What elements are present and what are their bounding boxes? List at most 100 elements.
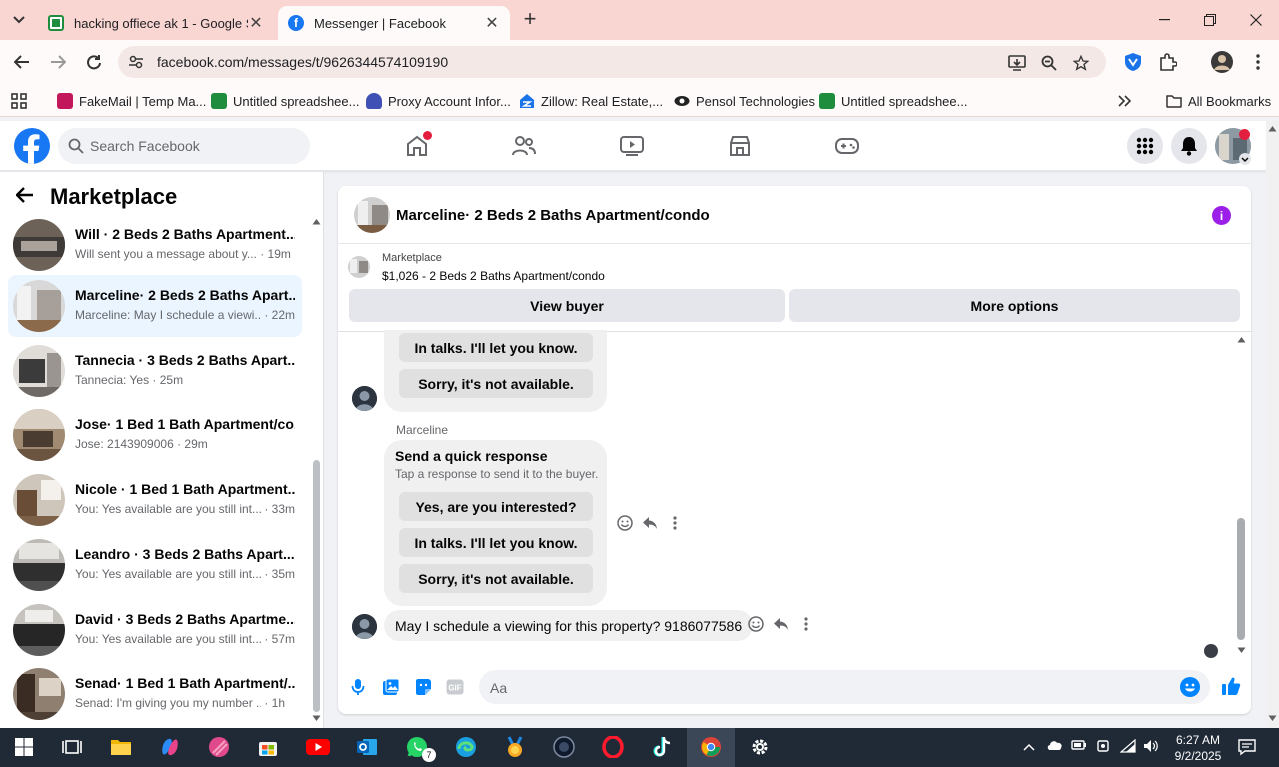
forward-button[interactable]	[44, 48, 72, 76]
vpn-shield-icon[interactable]	[1122, 51, 1144, 73]
reply-icon[interactable]	[768, 614, 793, 634]
bookmark-untitled-spreadsheet-1[interactable]: Untitled spreadshee...	[211, 92, 359, 110]
scroll-down-arrow-icon[interactable]	[1237, 647, 1246, 654]
extensions-puzzle-icon[interactable]	[1157, 51, 1179, 73]
app-icon[interactable]	[552, 735, 576, 759]
thumbs-up-icon[interactable]	[1220, 675, 1242, 697]
all-bookmarks-folder[interactable]: All Bookmarks	[1166, 92, 1271, 110]
notification-center-icon[interactable]	[1238, 738, 1256, 759]
bookmark-untitled-spreadsheet-2[interactable]: Untitled spreadshee...	[819, 92, 967, 110]
info-icon[interactable]: i	[1212, 206, 1231, 225]
device-icon[interactable]	[1096, 739, 1110, 756]
conversation-item[interactable]: Jose· 1 Bed 1 Bath Apartment/co... Jose:…	[8, 404, 302, 466]
wifi-icon[interactable]	[1119, 738, 1136, 756]
microphone-icon[interactable]	[347, 676, 369, 698]
marketplace-nav-icon[interactable]	[727, 134, 753, 158]
reply-icon[interactable]	[637, 513, 662, 533]
conversation-item[interactable]: Senad· 1 Bed 1 Bath Apartment/... Senad:…	[8, 663, 302, 725]
close-window-button[interactable]	[1233, 0, 1279, 40]
scroll-down-arrow-icon[interactable]	[1268, 715, 1277, 722]
close-tab-icon[interactable]: ✕	[248, 13, 264, 33]
gif-icon[interactable]: GIF	[444, 676, 466, 698]
friends-nav-icon[interactable]	[511, 134, 537, 158]
conversation-item[interactable]: Leandro · 3 Beds 2 Baths Apart... You: Y…	[8, 534, 302, 596]
gaming-nav-icon[interactable]	[834, 134, 860, 158]
settings-gear-icon[interactable]	[748, 735, 772, 759]
url-text[interactable]: facebook.com/messages/t/9626344574109190	[157, 54, 448, 70]
onedrive-cloud-icon[interactable]	[1046, 739, 1064, 754]
sender-avatar[interactable]	[352, 614, 377, 639]
notifications-button[interactable]	[1171, 128, 1207, 164]
windows-start-icon[interactable]	[12, 735, 36, 759]
react-emoji-icon[interactable]	[743, 614, 768, 634]
scroll-up-arrow-icon[interactable]	[1237, 336, 1246, 343]
browser-app-icon[interactable]	[207, 735, 231, 759]
conversation-item[interactable]: Will · 2 Beds 2 Baths Apartment... Will …	[8, 214, 302, 276]
quick-response-option[interactable]: Sorry, it's not available.	[399, 564, 593, 593]
page-scrollbar[interactable]	[1266, 121, 1279, 728]
conversation-item-selected[interactable]: Marceline· 2 Beds 2 Baths Apart... Marce…	[8, 275, 302, 337]
menu-grid-button[interactable]	[1127, 128, 1163, 164]
conversation-item[interactable]: Nicole · 1 Bed 1 Bath Apartment.... You:…	[8, 469, 302, 531]
show-hidden-icons-chevron-icon[interactable]	[1023, 739, 1035, 754]
chat-title[interactable]: Marceline· 2 Beds 2 Baths Apartment/cond…	[396, 207, 710, 224]
youtube-icon[interactable]	[306, 735, 330, 759]
system-clock[interactable]: 6:27 AM 9/2/2025	[1168, 732, 1228, 764]
chat-scrollbar[interactable]	[1236, 336, 1246, 654]
back-button[interactable]	[8, 48, 36, 76]
site-info-icon[interactable]	[128, 54, 144, 70]
message-input[interactable]: Aa	[479, 670, 1210, 704]
apps-grid-icon[interactable]	[11, 92, 27, 110]
facebook-logo-icon[interactable]	[14, 128, 50, 164]
conversation-item[interactable]: David · 3 Beds 2 Baths Apartme... You: Y…	[8, 599, 302, 661]
bookmark-pensol[interactable]: Pensol Technologies	[674, 92, 815, 110]
quick-response-option[interactable]: In talks. I'll let you know.	[399, 528, 593, 557]
volume-icon[interactable]	[1143, 739, 1159, 756]
medal-app-icon[interactable]	[503, 735, 527, 759]
bookmark-proxy-account[interactable]: Proxy Account Infor...	[366, 92, 511, 110]
back-arrow-icon[interactable]	[15, 186, 40, 209]
conversation-item[interactable]: Tannecia · 3 Beds 2 Baths Apart... Tanne…	[8, 340, 302, 402]
file-explorer-icon[interactable]	[109, 735, 133, 759]
chat-scroll-thumb[interactable]	[1237, 518, 1245, 640]
outlook-icon[interactable]	[355, 735, 379, 759]
react-emoji-icon[interactable]	[612, 513, 637, 533]
photo-attach-icon[interactable]	[380, 676, 402, 698]
chat-avatar[interactable]	[354, 197, 390, 233]
close-tab-icon[interactable]: ✕	[484, 13, 500, 33]
sidebar-scroll-thumb[interactable]	[313, 460, 320, 712]
more-bookmarks-chevron-icon[interactable]	[1118, 92, 1132, 110]
message-bubble[interactable]: May I schedule a viewing for this proper…	[384, 610, 754, 641]
power-plug-icon[interactable]	[1071, 739, 1087, 754]
tab-google-sheets[interactable]: hacking offiece ak 1 - Google Sh ✕	[38, 6, 274, 40]
quick-response-option[interactable]: In talks. I'll let you know.	[399, 333, 593, 362]
tab-search-button[interactable]	[6, 8, 32, 32]
scroll-up-arrow-icon[interactable]	[312, 218, 321, 225]
opera-icon[interactable]	[601, 735, 625, 759]
more-vertical-icon[interactable]	[662, 513, 687, 533]
account-chevron-down-icon[interactable]	[1239, 153, 1251, 165]
reload-button[interactable]	[80, 48, 108, 76]
sender-avatar[interactable]	[352, 386, 377, 411]
bookmark-star-icon[interactable]	[1072, 54, 1090, 72]
emoji-icon[interactable]	[1180, 677, 1200, 697]
view-buyer-button[interactable]: View buyer	[349, 289, 785, 322]
more-vertical-icon[interactable]	[793, 614, 818, 634]
task-view-icon[interactable]	[60, 735, 84, 759]
restore-button[interactable]	[1187, 0, 1233, 40]
quick-response-option[interactable]: Yes, are you interested?	[399, 492, 593, 521]
install-app-icon[interactable]	[1008, 54, 1026, 72]
video-nav-icon[interactable]	[619, 134, 645, 158]
tiktok-icon[interactable]	[650, 735, 674, 759]
quick-response-option[interactable]: Sorry, it's not available.	[399, 369, 593, 398]
microsoft-store-icon[interactable]	[256, 735, 280, 759]
sticker-icon[interactable]	[412, 676, 434, 698]
address-bar[interactable]: facebook.com/messages/t/9626344574109190	[118, 46, 1106, 78]
profile-avatar-icon[interactable]	[1211, 51, 1233, 73]
bookmark-fakemail[interactable]: FakeMail | Temp Ma...	[57, 92, 206, 110]
scroll-up-arrow-icon[interactable]	[1268, 125, 1277, 132]
more-options-button[interactable]: More options	[789, 289, 1240, 322]
sidebar-scrollbar[interactable]	[312, 218, 321, 722]
zoom-icon[interactable]	[1040, 54, 1058, 72]
facebook-search-box[interactable]: Search Facebook	[58, 128, 310, 164]
